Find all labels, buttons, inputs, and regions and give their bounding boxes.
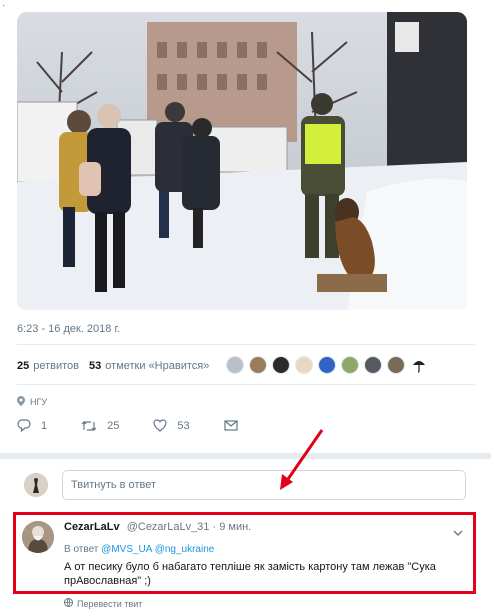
translate-tweet-link[interactable]: Перевести твит: [64, 598, 142, 609]
retweets-count[interactable]: 25: [17, 360, 29, 372]
avatar[interactable]: [22, 521, 54, 553]
user-avatar-icon: [24, 473, 48, 497]
like-count: 53: [177, 419, 190, 432]
retweet-icon: [81, 420, 97, 431]
avatar[interactable]: [318, 356, 336, 374]
avatar[interactable]: [249, 356, 267, 374]
envelope-icon: [224, 420, 238, 431]
tweet-text: А от песику було б набагато тепліше як з…: [64, 561, 436, 587]
reply-icon: [17, 419, 31, 432]
translate-label[interactable]: Перевести твит: [77, 599, 142, 609]
location-pin-icon: [17, 396, 25, 408]
more-options-button[interactable]: [453, 523, 463, 541]
direct-message-button[interactable]: [224, 420, 248, 431]
tweet-timestamp[interactable]: 6:23 - 16 дек. 2018 г.: [17, 323, 120, 335]
reply-button[interactable]: 1: [17, 419, 47, 432]
avatar[interactable]: [410, 356, 428, 374]
tweet-location[interactable]: НГУ: [17, 396, 47, 408]
top-strip: ·: [0, 0, 491, 11]
reply-to-line: В ответ @MVS_UA @ng_ukraine: [64, 544, 214, 555]
section-separator: [0, 453, 491, 459]
reply-to-label: В ответ: [64, 544, 99, 555]
heart-icon: [153, 419, 167, 432]
user-avatar-icon: [22, 521, 54, 553]
reply-count: 1: [41, 419, 48, 432]
avatar[interactable]: [341, 356, 359, 374]
umbrella-icon: [413, 361, 425, 373]
user-display-name[interactable]: CezarLaLv: [64, 521, 120, 533]
tweet-header: CezarLaLv @CezarLaLv_31 · 9 мин.: [64, 521, 251, 533]
annotation-arrow-icon: [280, 429, 324, 490]
tweet-time[interactable]: · 9 мин.: [212, 521, 251, 533]
divider: [17, 384, 475, 385]
avatar[interactable]: [387, 356, 405, 374]
previous-content-dot: ·: [2, 0, 6, 11]
chevron-down-icon: [453, 530, 463, 536]
avatar[interactable]: [295, 356, 313, 374]
retweet-button[interactable]: 25: [81, 420, 119, 432]
mention-link[interactable]: @MVS_UA: [101, 544, 152, 555]
likes-label[interactable]: отметки «Нравится»: [105, 360, 209, 372]
reply-composer: Твитнуть в ответ: [0, 462, 491, 508]
reply-input[interactable]: Твитнуть в ответ: [62, 470, 466, 500]
like-button[interactable]: 53: [153, 419, 190, 432]
photo-icon: [17, 12, 467, 310]
mention-link[interactable]: @ng_ukraine: [155, 544, 215, 555]
location-label[interactable]: НГУ: [30, 397, 47, 407]
avatar[interactable]: [24, 473, 48, 497]
avatar[interactable]: [272, 356, 290, 374]
divider: [17, 344, 475, 345]
globe-icon: [64, 598, 73, 609]
likes-count[interactable]: 53: [89, 360, 101, 372]
retweet-count: 25: [107, 419, 120, 432]
avatar[interactable]: [364, 356, 382, 374]
retweets-label[interactable]: ретвитов: [33, 360, 79, 372]
tweet-photo[interactable]: [17, 12, 467, 310]
user-handle[interactable]: @CezarLaLv_31: [127, 521, 210, 533]
reply-tweet[interactable]: CezarLaLv @CezarLaLv_31 · 9 мин. В ответ…: [13, 512, 476, 594]
tweet-stats: 25 ретвитов 53 отметки «Нравится»: [17, 356, 219, 376]
likers-avatars: [226, 356, 433, 374]
avatar[interactable]: [226, 356, 244, 374]
tweet-actions: 1 25 53: [17, 419, 282, 432]
